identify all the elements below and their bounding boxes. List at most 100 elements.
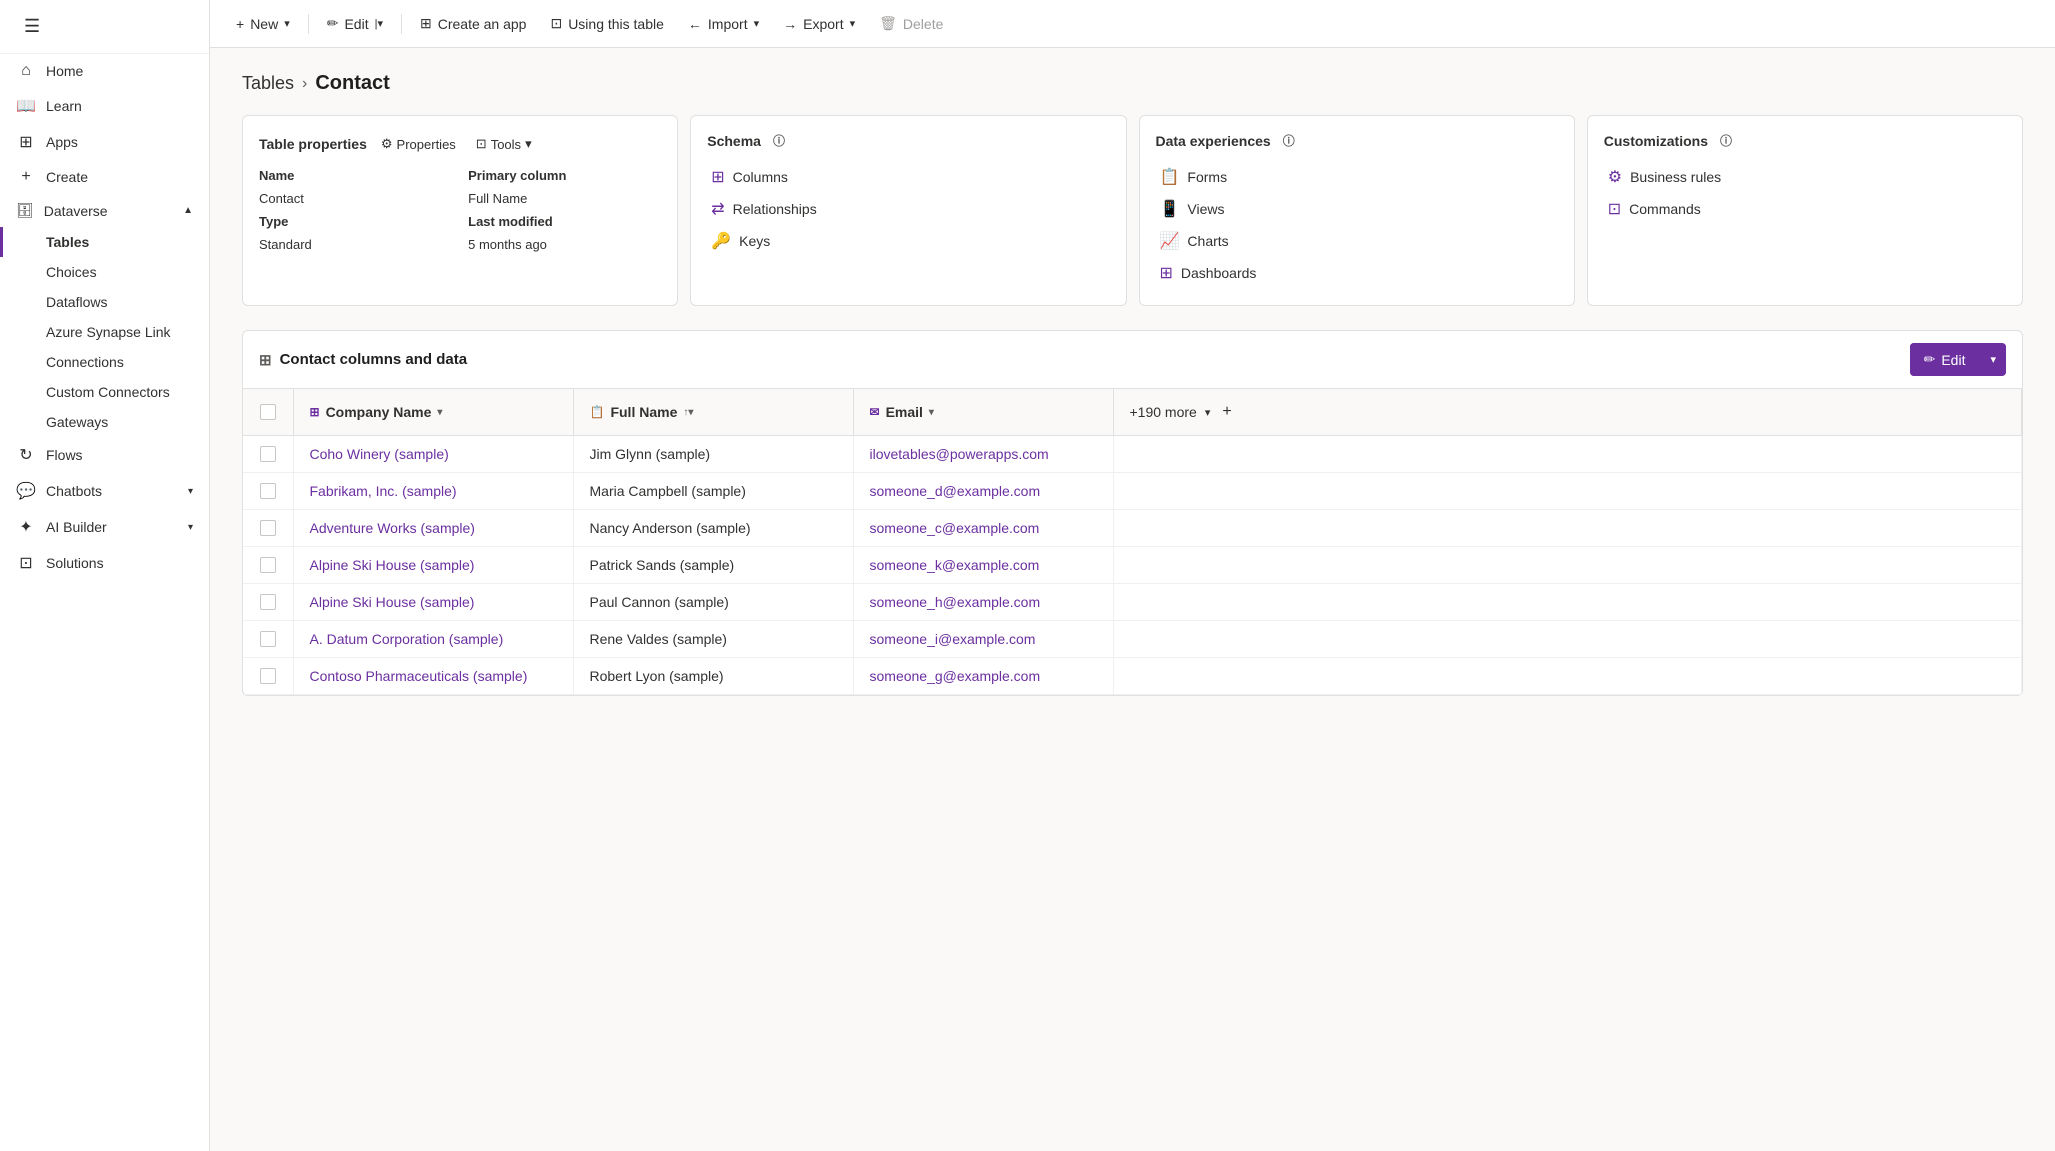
delete-label: Delete <box>903 16 943 32</box>
custom-info-icon: ⓘ <box>1720 132 1732 149</box>
keys-link[interactable]: 🔑 Keys <box>707 225 1109 257</box>
sidebar-item-apps[interactable]: ⊞ Apps <box>0 124 209 160</box>
sidebar-group-dataverse[interactable]: 🗄 Dataverse ▲ <box>0 194 209 227</box>
row-checkbox-1[interactable] <box>260 483 276 499</box>
create-app-icon: ⊞ <box>420 15 432 32</box>
row-checkbox-2[interactable] <box>260 520 276 536</box>
edit-button[interactable]: ✏ Edit |▾ <box>317 9 393 38</box>
sidebar-item-chatbots[interactable]: 💬 Chatbots ▾ <box>0 473 209 509</box>
more-chevron-icon[interactable]: ▾ <box>1205 406 1211 419</box>
company-value[interactable]: Alpine Ski House (sample) <box>310 594 475 610</box>
row-checkbox-6[interactable] <box>260 668 276 684</box>
sidebar-item-home[interactable]: ⌂ Home <box>0 54 209 88</box>
sidebar-item-ai-builder[interactable]: ✦ AI Builder ▾ <box>0 509 209 545</box>
email-value[interactable]: someone_h@example.com <box>870 594 1041 610</box>
charts-link[interactable]: 📈 Charts <box>1156 225 1558 257</box>
relationships-icon: ⇄ <box>711 199 724 219</box>
business-rules-link[interactable]: ⚙ Business rules <box>1604 161 2006 193</box>
sidebar-item-azure-synapse[interactable]: Azure Synapse Link <box>0 317 209 347</box>
fullname-value: Maria Campbell (sample) <box>590 483 746 499</box>
header-checkbox[interactable] <box>260 404 276 420</box>
relationships-label: Relationships <box>733 201 817 217</box>
add-column-button[interactable]: + <box>1218 399 1235 425</box>
company-value[interactable]: A. Datum Corporation (sample) <box>310 631 504 647</box>
toolbar-sep-1 <box>308 14 309 34</box>
customizations-card: Customizations ⓘ ⚙ Business rules ⊡ Comm… <box>1587 115 2023 306</box>
relationships-link[interactable]: ⇄ Relationships <box>707 193 1109 225</box>
row-checkbox-0[interactable] <box>260 446 276 462</box>
commands-link[interactable]: ⊡ Commands <box>1604 193 2006 225</box>
sidebar-item-label: Apps <box>46 134 78 150</box>
sidebar-item-choices[interactable]: Choices <box>0 257 209 287</box>
email-value[interactable]: ilovetables@powerapps.com <box>870 446 1049 462</box>
columns-link[interactable]: ⊞ Columns <box>707 161 1109 193</box>
th-full-name[interactable]: 📋 Full Name ↑▾ <box>573 389 853 436</box>
last-modified-value: 5 months ago <box>468 237 661 252</box>
new-button[interactable]: + New ▾ <box>226 10 300 38</box>
import-button[interactable]: ← Import ▾ <box>678 10 769 38</box>
forms-link[interactable]: 📋 Forms <box>1156 161 1558 193</box>
row-fullname-1: Maria Campbell (sample) <box>573 473 853 510</box>
charts-icon: 📈 <box>1160 231 1180 251</box>
sidebar-item-tables[interactable]: Tables <box>0 227 209 257</box>
properties-button[interactable]: ⚙ Properties <box>375 132 462 156</box>
using-table-button[interactable]: ⊡ Using this table <box>540 9 673 38</box>
row-fullname-0: Jim Glynn (sample) <box>573 436 853 473</box>
email-value[interactable]: someone_d@example.com <box>870 483 1041 499</box>
breadcrumb: Tables › Contact <box>242 72 2023 95</box>
company-value[interactable]: Coho Winery (sample) <box>310 446 449 462</box>
sidebar-item-custom-connectors[interactable]: Custom Connectors <box>0 377 209 407</box>
th-email[interactable]: ✉ Email ▾ <box>853 389 1113 436</box>
create-app-button[interactable]: ⊞ Create an app <box>410 9 536 38</box>
email-value[interactable]: someone_i@example.com <box>870 631 1036 647</box>
sidebar-item-gateways[interactable]: Gateways <box>0 407 209 437</box>
data-experiences-card: Data experiences ⓘ 📋 Forms 📱 Views 📈 Cha… <box>1139 115 1575 306</box>
row-checkbox-4[interactable] <box>260 594 276 610</box>
more-columns-label[interactable]: +190 more <box>1130 404 1197 420</box>
row-email-1: someone_d@example.com <box>853 473 1113 510</box>
type-label: Type <box>259 214 452 229</box>
delete-button[interactable]: 🗑 Delete <box>869 9 953 38</box>
th-more-columns: +190 more ▾ + <box>1113 389 2022 436</box>
sidebar-item-label: AI Builder <box>46 519 107 535</box>
row-checkbox-3[interactable] <box>260 557 276 573</box>
edit-main-button[interactable]: ✏ Edit <box>1910 343 1980 376</box>
properties-label: Properties <box>397 137 456 152</box>
email-value[interactable]: someone_g@example.com <box>870 668 1041 684</box>
th-company-name[interactable]: ⊞ Company Name ▾ <box>293 389 573 436</box>
sidebar-item-create[interactable]: + Create <box>0 160 209 194</box>
columns-label: Columns <box>733 169 788 185</box>
columns-icon: ⊞ <box>711 167 724 187</box>
table-row: Alpine Ski House (sample) Paul Cannon (s… <box>243 584 2022 621</box>
email-value[interactable]: someone_k@example.com <box>870 557 1040 573</box>
company-value[interactable]: Adventure Works (sample) <box>310 520 475 536</box>
breadcrumb-tables-link[interactable]: Tables <box>242 73 294 94</box>
table-row: Coho Winery (sample) Jim Glynn (sample) … <box>243 436 2022 473</box>
email-value[interactable]: someone_c@example.com <box>870 520 1040 536</box>
data-section-header: ⊞ Contact columns and data ✏ Edit ▾ <box>243 331 2022 389</box>
edit-dropdown-icon: |▾ <box>375 17 383 30</box>
row-more-2 <box>1113 510 2022 547</box>
company-value[interactable]: Alpine Ski House (sample) <box>310 557 475 573</box>
menu-toggle[interactable]: ☰ <box>16 12 48 41</box>
fullname-sort-icon: ↑▾ <box>683 407 693 418</box>
sidebar-item-flows[interactable]: ↻ Flows <box>0 437 209 473</box>
row-checkbox-cell <box>243 584 293 621</box>
export-button[interactable]: → Export ▾ <box>773 10 865 38</box>
sidebar-item-dataflows[interactable]: Dataflows <box>0 287 209 317</box>
sidebar-item-label: Learn <box>46 98 82 114</box>
sidebar-item-connections[interactable]: Connections <box>0 347 209 377</box>
edit-label: Edit <box>344 16 368 32</box>
sidebar-item-learn[interactable]: 📖 Learn <box>0 88 209 124</box>
company-value[interactable]: Fabrikam, Inc. (sample) <box>310 483 457 499</box>
company-value[interactable]: Contoso Pharmaceuticals (sample) <box>310 668 528 684</box>
sidebar-item-solutions[interactable]: ⊡ Solutions <box>0 545 209 581</box>
views-link[interactable]: 📱 Views <box>1156 193 1558 225</box>
new-dropdown-icon: ▾ <box>284 17 290 30</box>
row-checkbox-5[interactable] <box>260 631 276 647</box>
fullname-col-label: Full Name <box>610 404 677 420</box>
tools-button[interactable]: ⊡ Tools ▾ <box>470 132 538 156</box>
dashboards-link[interactable]: ⊞ Dashboards <box>1156 257 1558 289</box>
table-properties-header: Table properties ⚙ Properties ⊡ Tools ▾ <box>259 132 661 156</box>
edit-dropdown-button[interactable]: ▾ <box>1980 345 2006 374</box>
